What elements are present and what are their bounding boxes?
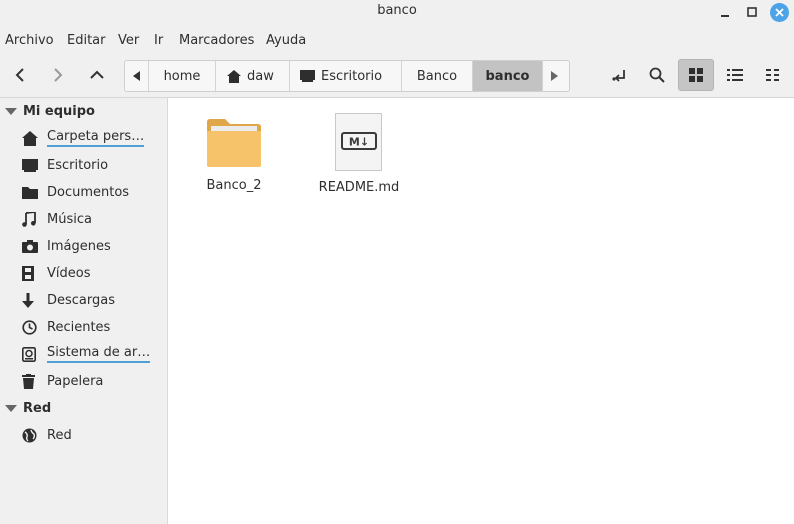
desktop-icon — [22, 156, 44, 174]
home-icon — [227, 69, 241, 83]
menu-marcadores[interactable]: Marcadores — [179, 33, 254, 48]
sidebar-item-label: Carpeta pers… — [47, 130, 145, 147]
close-button[interactable] — [768, 1, 790, 23]
file-item-readme[interactable]: M↓ README.md — [309, 112, 409, 195]
path-bar: home daw Escritorio Banco banco — [124, 60, 570, 92]
path-label: banco — [485, 68, 530, 84]
sidebar-section-mi-equipo[interactable]: Mi equipo — [5, 101, 95, 121]
desktop-icon — [300, 70, 315, 82]
sidebar-item-label: Red — [47, 427, 72, 443]
sidebar-item-label: Descargas — [47, 292, 116, 308]
close-icon — [769, 2, 789, 22]
compact-view-button[interactable] — [756, 60, 790, 90]
up-button[interactable] — [80, 60, 114, 90]
sidebar-item-red[interactable]: Red — [22, 423, 166, 447]
icon-view-button[interactable] — [678, 59, 714, 91]
path-label: Banco — [416, 68, 458, 84]
triangle-left-icon — [132, 71, 140, 81]
sidebar-item-label: Imágenes — [47, 238, 111, 254]
sidebar-item-escritorio[interactable]: Escritorio — [22, 153, 166, 177]
sidebar-item-imagenes[interactable]: Imágenes — [22, 234, 166, 258]
drive-icon — [22, 345, 44, 363]
maximize-button[interactable] — [741, 1, 763, 23]
file-view[interactable]: Banco_2 M↓ README.md — [169, 98, 794, 524]
back-button[interactable] — [3, 60, 37, 90]
menu-ayuda[interactable]: Ayuda — [266, 33, 306, 48]
path-segment-escritorio[interactable]: Escritorio — [290, 61, 402, 91]
sidebar-item-label: Vídeos — [47, 265, 91, 281]
sidebar-item-label: Documentos — [47, 184, 130, 200]
grid-view-icon — [689, 68, 703, 82]
sidebar-item-papelera[interactable]: Papelera — [22, 369, 166, 393]
markdown-glyph: M↓ — [349, 136, 369, 149]
menu-ir[interactable]: Ir — [154, 33, 163, 48]
path-label: daw — [247, 68, 274, 84]
menu-ver[interactable]: Ver — [118, 33, 139, 48]
path-label: Escritorio — [321, 68, 383, 84]
sidebar-item-label: Escritorio — [47, 157, 109, 173]
home-icon — [22, 129, 44, 147]
sidebar-item-label: Recientes — [47, 319, 111, 335]
expander-icon — [5, 404, 17, 412]
sidebar-section-label: Red — [23, 400, 52, 416]
location-toggle-icon — [612, 70, 625, 82]
list-view-icon — [727, 69, 743, 81]
sidebar-item-musica[interactable]: Música — [22, 207, 166, 231]
globe-icon — [22, 426, 44, 444]
chevron-left-icon — [15, 68, 24, 82]
list-view-button[interactable] — [718, 60, 752, 90]
path-segment-home[interactable]: home — [149, 61, 216, 91]
minimize-button[interactable] — [714, 1, 736, 23]
sidebar-item-sistema-de-archivos[interactable]: Sistema de ar… — [22, 342, 166, 366]
sidebar-item-documentos[interactable]: Documentos — [22, 180, 166, 204]
path-segment-banco-current[interactable]: banco — [473, 61, 543, 91]
window-title: banco — [377, 3, 417, 18]
sidebar-item-carpeta-personal[interactable]: Carpeta pers… — [22, 126, 166, 150]
search-icon — [649, 67, 665, 83]
expander-icon — [5, 107, 17, 115]
documents-icon — [22, 183, 44, 201]
sidebar-item-videos[interactable]: Vídeos — [22, 261, 166, 285]
sidebar-item-label: Sistema de ar… — [47, 346, 151, 363]
path-label: home — [163, 68, 201, 84]
sidebar: Mi equipo Carpeta pers… Escritorio Docum… — [0, 98, 168, 524]
file-item-folder[interactable]: Banco_2 — [184, 116, 284, 193]
path-segment-daw[interactable]: daw — [216, 61, 290, 91]
sidebar-section-label: Mi equipo — [23, 103, 95, 119]
sidebar-section-red[interactable]: Red — [5, 398, 51, 418]
camera-icon — [22, 237, 44, 255]
chevron-right-icon — [54, 68, 63, 82]
folder-icon — [207, 119, 261, 167]
file-name: README.md — [318, 180, 400, 195]
markdown-file-icon: M↓ — [335, 113, 382, 171]
sidebar-item-descargas[interactable]: Descargas — [22, 288, 166, 312]
compact-view-icon — [766, 69, 779, 81]
title-bar: banco — [0, 0, 794, 24]
path-segment-banco-parent[interactable]: Banco — [402, 61, 473, 91]
search-button[interactable] — [640, 60, 674, 90]
sidebar-item-label: Música — [47, 211, 92, 227]
toggle-location-button[interactable] — [602, 60, 636, 90]
film-icon — [22, 264, 44, 282]
maximize-icon — [747, 7, 757, 17]
forward-button[interactable] — [41, 60, 75, 90]
toolbar: home daw Escritorio Banco banco — [0, 56, 794, 98]
music-icon — [22, 210, 44, 228]
download-icon — [22, 291, 44, 309]
minimize-icon — [721, 15, 729, 17]
path-scroll-left[interactable] — [125, 61, 149, 91]
file-name: Banco_2 — [206, 178, 262, 193]
menu-bar: Archivo Editar Ver Ir Marcadores Ayuda — [0, 24, 794, 56]
menu-archivo[interactable]: Archivo — [5, 33, 54, 48]
chevron-up-icon — [90, 70, 104, 79]
sidebar-item-recientes[interactable]: Recientes — [22, 315, 166, 339]
trash-icon — [22, 372, 44, 390]
menu-editar[interactable]: Editar — [67, 33, 106, 48]
path-scroll-right[interactable] — [543, 61, 567, 91]
clock-icon — [22, 318, 44, 336]
sidebar-item-label: Papelera — [47, 373, 104, 389]
triangle-right-icon — [551, 71, 558, 81]
